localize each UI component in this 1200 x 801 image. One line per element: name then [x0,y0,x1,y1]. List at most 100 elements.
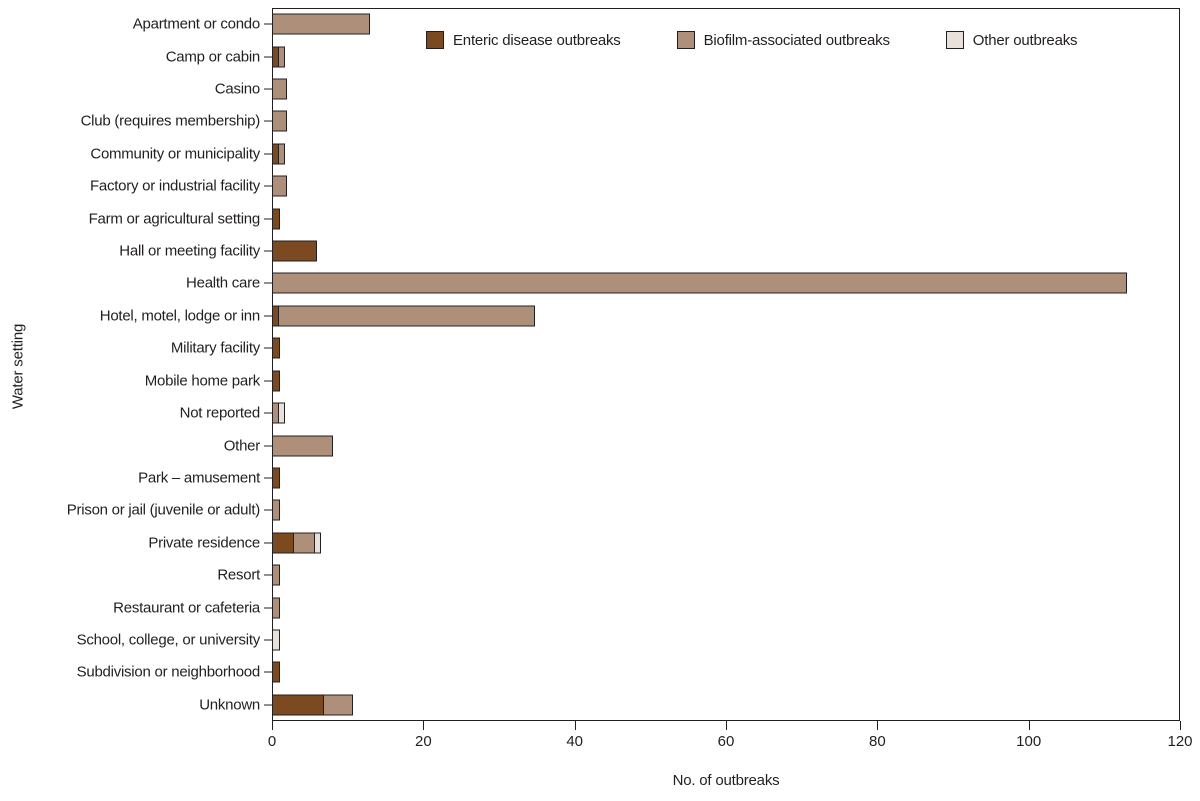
bar-row: Mobile home park [145,365,1180,397]
y-axis-tick-mark [264,477,272,479]
y-axis-tick-mark [264,542,272,544]
chart-figure: Water setting Apartment or condo Camp or … [0,0,1200,801]
y-axis-tick-mark [264,445,272,447]
bar-segment [272,110,288,132]
stacked-bar [272,337,280,359]
stacked-bar [272,694,354,716]
y-axis-tick-label: Prison or jail (juvenile or adult) [66,501,261,519]
y-axis-tick-label: Resort [217,566,260,584]
y-axis-tick-label: School, college, or university [76,631,261,649]
bar-segment [277,46,286,68]
y-axis-tick-mark [264,704,272,706]
legend-item: Enteric disease outbreaks [426,31,621,49]
legend-swatch-icon [676,31,695,49]
y-axis-tick-label: Apartment or condo [132,15,261,33]
y-axis-tick-mark [264,671,272,673]
x-axis-tick-mark [1028,721,1030,730]
bar-segment [272,564,280,586]
y-axis-tick-mark [264,315,272,317]
x-axis-tick-label: 80 [868,733,886,750]
stacked-bar [272,629,280,651]
legend-label: Other outbreaks [972,31,1078,49]
y-axis-tick-label: Health care [186,274,260,292]
y-axis-title: Water setting [9,323,27,410]
stacked-bar [272,305,535,327]
bar-row: Community or municipality [90,138,1180,170]
y-axis-tick-mark [264,347,272,349]
x-axis: 0 20 40 60 80 100 120 [268,721,1193,771]
legend-item: Biofilm-associated outbreaks [676,31,890,49]
bar-row: Factory or industrial facility [90,170,1180,202]
y-axis-tick-mark [264,120,272,122]
legend-label: Enteric disease outbreaks [453,31,621,49]
bar-row: Subdivision or neighborhood [77,656,1180,688]
bar-segment [272,435,333,457]
legend-swatch-icon [945,31,964,49]
stacked-bar [272,13,371,35]
bar-row: Casino [215,73,1180,105]
bar-segment [323,694,354,716]
bar-row: Restaurant or cafeteria [113,591,1180,623]
stacked-bar [272,402,286,424]
bar-rows: Apartment or condo Camp or cabin Casino Clu… [67,8,1180,721]
stacked-bar [272,370,280,392]
y-axis-tick-mark [264,23,272,25]
bar-segment [272,499,280,521]
bar-segment [272,532,295,554]
y-axis-tick-mark [264,185,272,187]
stacked-bar [272,661,280,683]
x-axis-tick-mark [1180,721,1181,730]
bar-segment [272,467,280,489]
y-axis-tick-label: Not reported [179,404,261,422]
bar-row: Other [224,429,1180,461]
y-axis-tick-label: Mobile home park [144,372,260,390]
y-axis-tick-mark [264,639,272,641]
y-axis-tick-mark [264,153,272,155]
y-axis-tick-mark [264,88,272,90]
bar-segment [272,208,280,230]
bar-row: Military facility [171,332,1180,364]
x-axis-tick-label: 100 [1016,733,1042,750]
y-axis-tick-label: Subdivision or neighborhood [76,663,261,681]
x-axis-tick-mark [877,721,879,730]
bar-row: School, college, or university [77,624,1180,656]
y-axis-tick-label: Private residence [148,534,260,552]
bar-row: Club (requires membership) [81,105,1180,137]
bar-segment [272,370,280,392]
bar-segment [272,629,280,651]
y-axis-tick-mark [264,574,272,576]
bar-row: Hall or meeting facility [119,235,1180,267]
bar-row: Hotel, motel, lodge or inn [100,300,1180,332]
y-axis-tick-label: Casino [214,80,260,98]
legend-label: Biofilm-associated outbreaks [703,31,890,49]
bar-row: Prison or jail (juvenile or adult) [67,494,1180,526]
y-axis-tick-label: Hall or meeting facility [119,242,260,260]
y-axis-tick-mark [264,412,272,414]
chart-legend: Enteric disease outbreaks Biofilm-associa… [426,31,1078,49]
bar-segment [272,78,288,100]
bar-row: Park – amusement [138,462,1180,494]
bar-row: Health care [186,267,1180,299]
stacked-bar [272,435,333,457]
x-axis-tick-mark [272,721,273,730]
stacked-bar [272,143,286,165]
y-axis-tick-mark [264,380,272,382]
y-axis-tick-label: Park – amusement [138,469,260,487]
bar-row: Farm or agricultural setting [89,202,1180,234]
bar-segment [272,175,288,197]
stacked-bar [272,467,280,489]
y-axis-tick-mark [264,250,272,252]
bar-segment [277,402,286,424]
bar-row: Private residence [148,527,1180,559]
bar-segment [277,305,535,327]
bar-segment [272,13,371,35]
y-axis-tick-label: Military facility [170,339,260,357]
y-axis-tick-label: Farm or agricultural setting [88,210,261,228]
stacked-bar [272,175,288,197]
y-axis-tick-label: Hotel, motel, lodge or inn [99,307,261,325]
stacked-bar [272,240,318,262]
bar-row: Unknown [199,689,1180,721]
bar-row: Resort [217,559,1180,591]
stacked-bar [272,272,1128,294]
y-axis-tick-mark [264,607,272,609]
